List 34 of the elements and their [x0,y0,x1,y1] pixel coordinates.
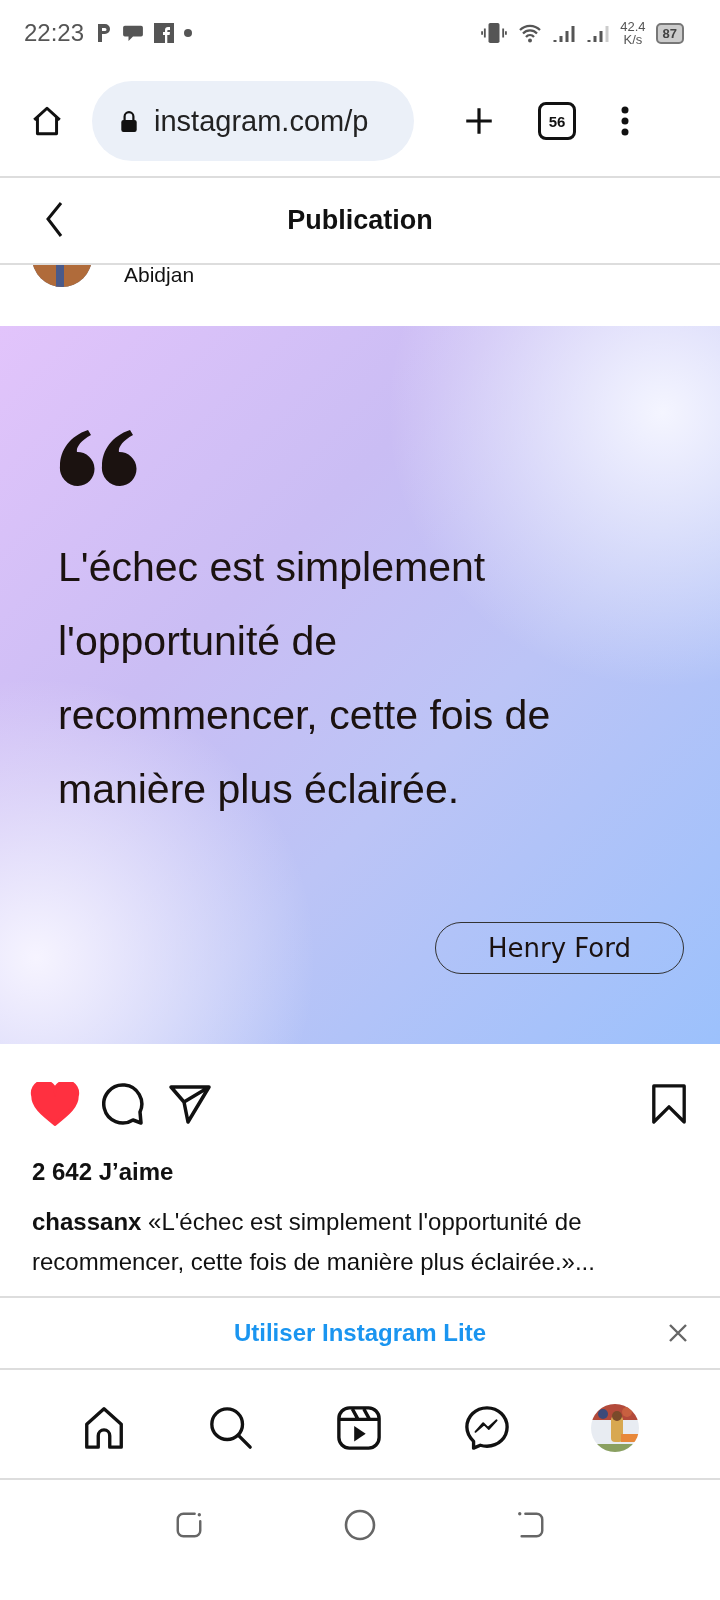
quote-mark-icon [58,430,138,486]
wifi-icon [518,23,543,43]
tab-count-button[interactable]: 56 [538,102,576,140]
vibrate-icon [480,22,509,44]
quote-text: L'échec est simplement l'opportunité de recommencer, cette fois de manière plus éclairée. [58,543,552,814]
chat-bubble-icon [122,24,145,42]
recent-apps-icon[interactable] [174,1510,204,1540]
more-icon[interactable] [620,104,630,138]
clock: 22:23 [24,19,85,47]
network-speed: 42.4 [620,20,646,33]
url-text: instagram.com/p [154,104,369,138]
dot-icon [184,29,193,37]
lock-icon [120,110,138,132]
facebook-icon [154,23,175,43]
caption-text: chassanx «L'échec est simplement l'opportunité de recommencer, cette fois de manière plus éclairée.»... [31,1207,596,1277]
bookmark-icon[interactable] [650,1083,688,1125]
address-bar[interactable]: instagram.com/p [92,81,414,161]
back-button-icon[interactable] [516,1510,546,1540]
send-icon[interactable] [168,1082,212,1126]
signal-icon [586,23,611,43]
messenger-icon[interactable] [463,1405,510,1451]
home-button-icon[interactable] [344,1509,376,1541]
reels-icon[interactable] [336,1405,382,1451]
heart-icon[interactable] [30,1082,80,1126]
comment-icon[interactable] [102,1082,146,1126]
search-icon[interactable] [208,1405,255,1451]
close-icon[interactable] [668,1323,688,1343]
battery-indicator: 87 [655,22,684,44]
speed-unit: K/s [623,33,643,46]
location-text[interactable]: Abidjan [124,265,195,287]
likes-count[interactable]: 2 642 J’aime [0,1158,720,1186]
parking-icon [96,23,113,43]
signal-icon [552,23,577,43]
page-title: Publication [286,205,434,236]
